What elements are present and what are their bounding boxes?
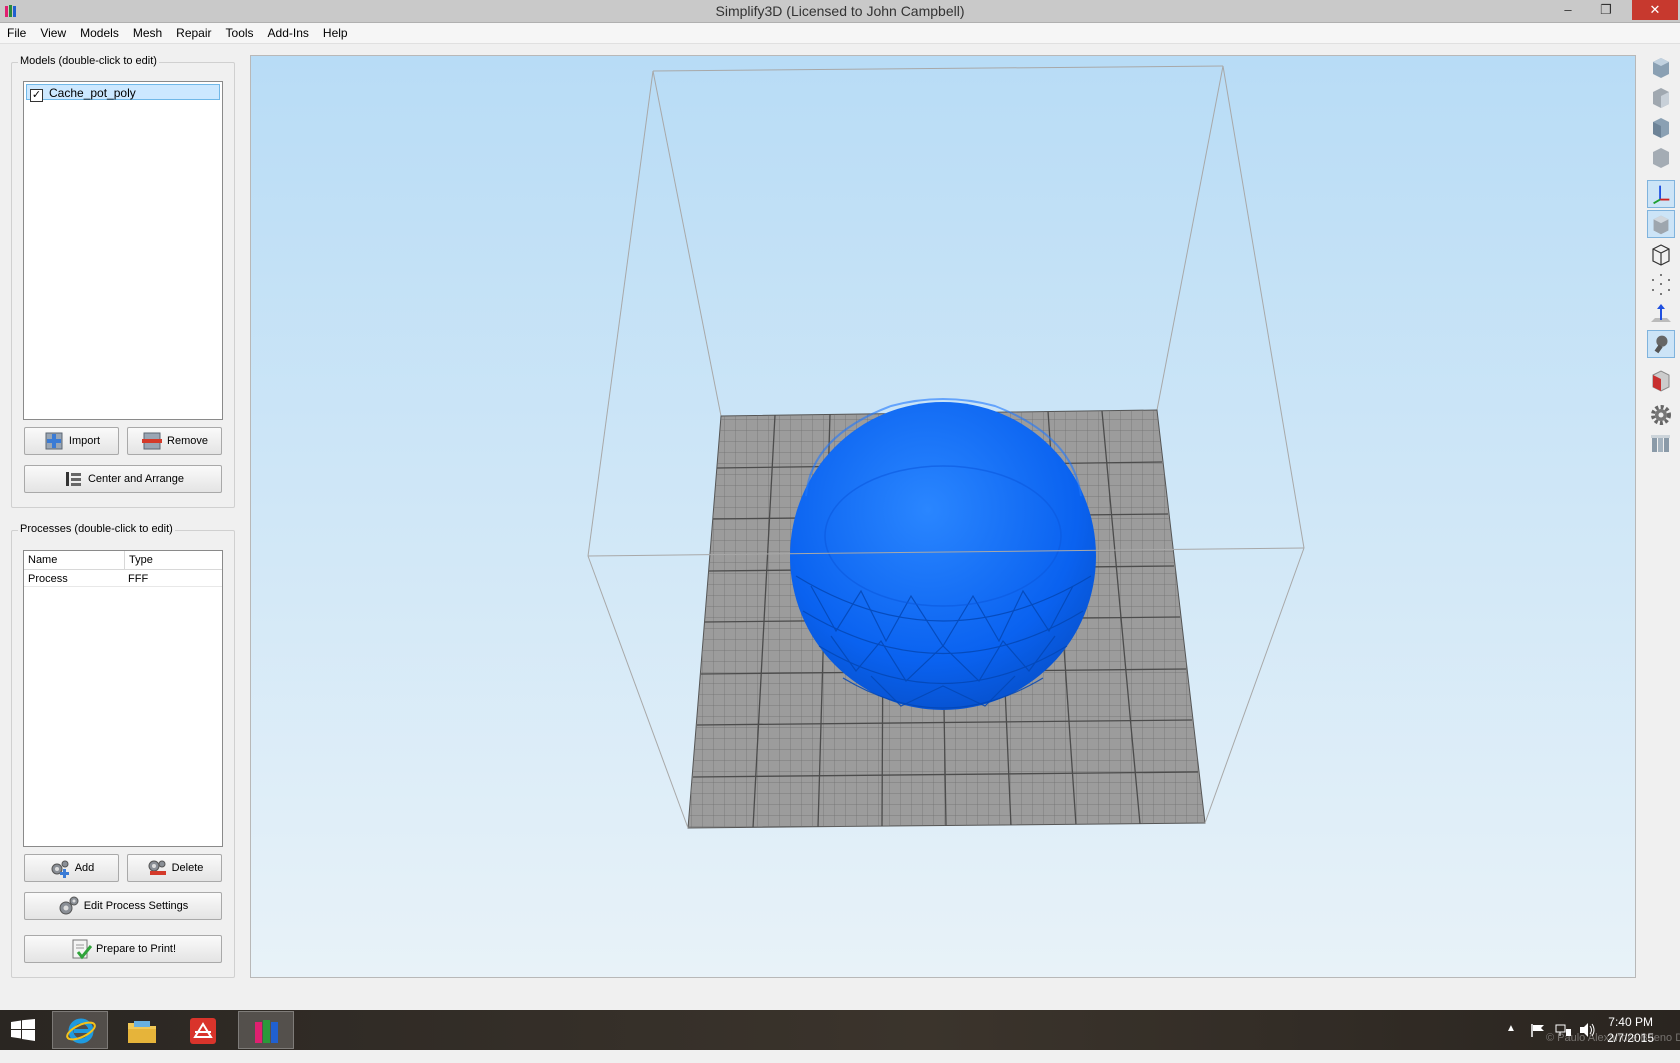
add-label: Add: [74, 862, 95, 874]
menu-add-ins[interactable]: Add-Ins: [261, 23, 316, 43]
delete-gears-icon: [148, 860, 166, 875]
menu-help[interactable]: Help: [316, 23, 355, 43]
remove-button[interactable]: Remove: [127, 427, 222, 455]
model-visible-checkbox[interactable]: ✓: [30, 89, 43, 102]
delete-label: Delete: [171, 862, 204, 874]
restore-button[interactable]: ❐: [1592, 0, 1620, 20]
build-volume-back-edges: [652, 65, 1224, 417]
add-process-button[interactable]: Add: [24, 854, 119, 882]
delete-process-button[interactable]: Delete: [127, 854, 222, 882]
taskbar-simplify3d[interactable]: [238, 1011, 294, 1049]
action-center-flag-icon[interactable]: [1530, 1023, 1546, 1037]
axes-icon[interactable]: [1647, 180, 1675, 208]
taskbar-file-explorer[interactable]: [114, 1011, 170, 1049]
photo-watermark: © Paulo Alexandre Bueno Dias: [1546, 1032, 1680, 1044]
windows-start-icon[interactable]: [11, 1019, 35, 1041]
center-arrange-button[interactable]: Center and Arrange: [24, 465, 222, 493]
prepare-to-print-button[interactable]: Prepare to Print!: [24, 935, 222, 963]
menu-repair[interactable]: Repair: [169, 23, 218, 43]
taskbar-red-app[interactable]: [176, 1011, 232, 1049]
view-cube-icon[interactable]: [1647, 53, 1675, 81]
menu-bar: File View Models Mesh Repair Tools Add-Ins Help: [0, 23, 1680, 44]
windows-taskbar: ▲ 7:40 PM 2/7/2015 © Paulo Alexandre Bue…: [0, 1010, 1680, 1050]
clock-time: 7:40 PM: [1608, 1015, 1653, 1029]
view-cube-icon[interactable]: [1647, 143, 1675, 171]
settings-gear-icon[interactable]: [1647, 401, 1675, 429]
taskbar-internet-explorer[interactable]: [52, 1011, 108, 1049]
processes-table[interactable]: Name Type Process FFF: [23, 550, 223, 847]
import-button[interactable]: Import: [24, 427, 119, 455]
menu-view[interactable]: View: [33, 23, 73, 43]
simplify3d-taskbar-icon: [255, 1020, 278, 1043]
menu-file[interactable]: File: [0, 23, 33, 43]
cross-section-icon[interactable]: [1647, 366, 1675, 394]
remove-minus-icon: [142, 432, 163, 450]
edit-process-label: Edit Process Settings: [83, 900, 189, 912]
view-cube-icon[interactable]: [1647, 113, 1675, 141]
models-list[interactable]: ✓ Cache_pot_poly: [23, 81, 223, 420]
window-title: Simplify3D (Licensed to John Campbell): [715, 3, 965, 19]
model-name: Cache_pot_poly: [49, 86, 136, 100]
prepare-label: Prepare to Print!: [95, 943, 177, 955]
add-gears-icon: [51, 860, 69, 878]
close-button[interactable]: ✕: [1632, 0, 1678, 20]
point-cloud-icon[interactable]: [1647, 270, 1675, 298]
settings-gears-icon: [59, 896, 79, 915]
processes-table-header: Name Type: [24, 551, 222, 570]
tray-overflow-arrow-icon[interactable]: ▲: [1506, 1023, 1516, 1063]
processes-group: Processes (double-click to edit) Name Ty…: [11, 523, 235, 978]
file-explorer-folder-icon: [128, 1021, 156, 1043]
build-volume-scene: [587, 65, 1305, 829]
column-name-header[interactable]: Name: [28, 554, 57, 566]
center-arrange-label: Center and Arrange: [87, 473, 184, 485]
edit-process-settings-button[interactable]: Edit Process Settings: [24, 892, 222, 920]
menu-tools[interactable]: Tools: [219, 23, 261, 43]
solid-view-icon[interactable]: [1647, 210, 1675, 238]
column-type-header[interactable]: Type: [124, 551, 153, 569]
menu-models[interactable]: Models: [73, 23, 126, 43]
wireframe-icon[interactable]: [1647, 240, 1675, 268]
lighting-icon[interactable]: [1647, 330, 1675, 358]
model-item[interactable]: ✓ Cache_pot_poly: [26, 84, 220, 102]
red-app-icon: [190, 1018, 216, 1044]
models-group-title: Models (double-click to edit): [18, 55, 159, 67]
process-name-cell: Process: [28, 573, 68, 585]
view-cube-icon[interactable]: [1647, 83, 1675, 111]
table-row[interactable]: Process FFF: [24, 570, 222, 587]
remove-label: Remove: [167, 435, 208, 447]
center-arrange-icon: [65, 472, 81, 486]
processes-group-title: Processes (double-click to edit): [18, 523, 175, 535]
process-type-cell: FFF: [128, 573, 149, 585]
tool-paths-icon[interactable]: [1647, 430, 1675, 458]
title-bar: Simplify3D (Licensed to John Campbell) ‒…: [0, 0, 1680, 23]
normals-icon[interactable]: [1647, 300, 1675, 328]
minimize-button[interactable]: ‒: [1554, 0, 1582, 20]
models-group: Models (double-click to edit) ✓ Cache_pot…: [11, 55, 235, 508]
internet-explorer-icon: [66, 1018, 96, 1044]
import-plus-icon: [45, 432, 63, 450]
prepare-checklist-icon: [72, 939, 92, 960]
menu-mesh[interactable]: Mesh: [126, 23, 169, 43]
3d-viewport[interactable]: [250, 55, 1636, 978]
import-label: Import: [68, 435, 101, 447]
